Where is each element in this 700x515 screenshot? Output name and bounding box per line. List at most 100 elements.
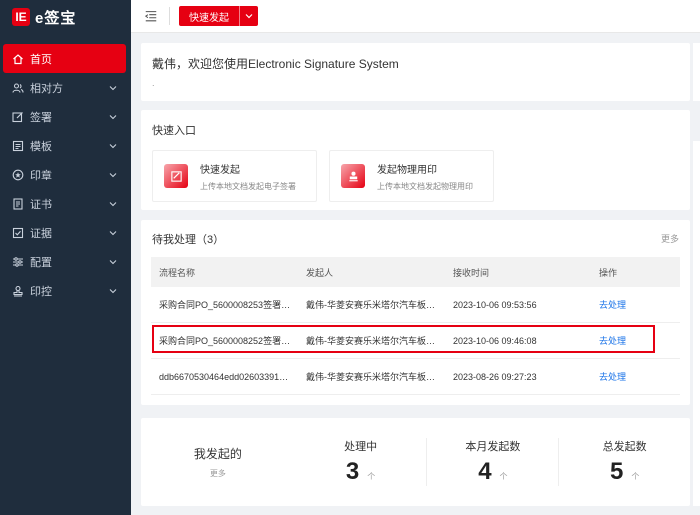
top-header: 快速发起 bbox=[131, 0, 700, 33]
stamp-icon bbox=[341, 164, 365, 188]
stat-label: 本月发起数 bbox=[465, 441, 521, 453]
quick-start-dropdown[interactable] bbox=[240, 6, 258, 26]
quick-entry-title: 发起物理用印 bbox=[377, 164, 437, 176]
chevron-down-icon bbox=[109, 200, 117, 208]
stat-label: 总发起数 bbox=[602, 441, 647, 453]
table-row[interactable]: 采购合同PO_5600008252签署… 戴伟-华菱安赛乐米塔尔汽车板… 202… bbox=[151, 323, 680, 359]
stat-total[interactable]: 总发起数 5个 bbox=[558, 438, 690, 486]
my-initiated-summary: 我发起的 更多 bbox=[141, 445, 295, 479]
table-row[interactable]: 采购合同PO_5600008253签署… 戴伟-华菱安赛乐米塔尔汽车板… 202… bbox=[151, 287, 680, 323]
process-name: 采购合同PO_5600008252签署… bbox=[159, 336, 291, 346]
sidebar-item-label: 证书 bbox=[30, 198, 52, 211]
process-name: ddb6670530464edd02603391… bbox=[159, 371, 289, 382]
template-icon bbox=[12, 140, 24, 152]
chevron-down-icon bbox=[109, 113, 117, 121]
quick-entry-desc: 上传本地文档发起电子签署 bbox=[200, 181, 296, 191]
quick-entry-physical-seal[interactable]: 发起物理用印 上传本地文档发起物理用印 bbox=[329, 150, 494, 202]
right-panel-edge bbox=[693, 141, 700, 506]
sidebar-item-config[interactable]: 配置 bbox=[0, 247, 131, 276]
sidebar-item-sign[interactable]: 签署 bbox=[0, 102, 131, 131]
my-initiated-card: 我发起的 更多 处理中 3个 本月发起数 4个 总发起数 5个 bbox=[141, 418, 690, 506]
process-name: 采购合同PO_5600008253签署… bbox=[159, 300, 291, 310]
pending-table: 流程名称 发起人 接收时间 操作 采购合同PO_5600008253签署… 戴伟… bbox=[151, 257, 680, 395]
stat-unit: 个 bbox=[631, 472, 640, 481]
certificate-icon bbox=[12, 197, 24, 210]
sender: 戴伟-华菱安赛乐米塔尔汽车板… bbox=[306, 372, 435, 382]
sidebar-item-label: 模板 bbox=[30, 140, 52, 153]
seal-control-icon bbox=[12, 285, 24, 297]
chevron-down-icon bbox=[245, 12, 253, 20]
stat-unit: 个 bbox=[367, 472, 376, 481]
my-initiated-title: 我发起的 bbox=[193, 447, 242, 461]
welcome-card: 戴伟，欢迎您使用Electronic Signature System . bbox=[141, 43, 690, 101]
seal-icon bbox=[12, 169, 24, 181]
chevron-down-icon bbox=[109, 229, 117, 237]
sidebar-item-certificate[interactable]: 证书 bbox=[0, 189, 131, 218]
chevron-down-icon bbox=[109, 142, 117, 150]
stat-value: 4 bbox=[478, 458, 492, 485]
home-icon bbox=[12, 53, 24, 65]
stat-in-progress[interactable]: 处理中 3个 bbox=[295, 438, 427, 486]
settings-icon bbox=[12, 256, 24, 268]
header-divider bbox=[169, 7, 170, 25]
stat-value: 3 bbox=[345, 458, 360, 485]
column-header: 接收时间 bbox=[453, 267, 490, 278]
menu-fold-icon[interactable] bbox=[143, 8, 159, 24]
sidebar-item-home[interactable]: 首页 bbox=[3, 44, 126, 73]
quick-entry-card: 快速入口 快速发起 上传本地文档发起电子签署 发起物理用印 上传本地文档发起物理… bbox=[141, 110, 690, 210]
sidebar-item-evidence[interactable]: 证据 bbox=[0, 218, 131, 247]
stat-value: 5 bbox=[609, 458, 624, 485]
sidebar-item-label: 相对方 bbox=[30, 82, 63, 95]
sidebar-item-seal[interactable]: 印章 bbox=[0, 160, 131, 189]
chevron-down-icon bbox=[109, 287, 117, 295]
quick-entry-title: 快速入口 bbox=[152, 125, 196, 137]
evidence-icon bbox=[12, 227, 24, 239]
column-header: 流程名称 bbox=[159, 267, 196, 278]
welcome-subtitle: . bbox=[152, 78, 155, 88]
received-time: 2023-08-26 09:27:23 bbox=[453, 371, 537, 382]
edit-icon bbox=[12, 111, 24, 123]
column-header: 发起人 bbox=[306, 267, 334, 278]
pending-title: 待我处理（3） bbox=[152, 233, 225, 246]
main-content: 戴伟，欢迎您使用Electronic Signature System . 快速… bbox=[131, 33, 700, 515]
quick-entry-desc: 上传本地文档发起物理用印 bbox=[377, 181, 473, 191]
users-icon bbox=[12, 82, 24, 94]
logo-text: e签宝 bbox=[35, 9, 77, 27]
received-time: 2023-10-06 09:53:56 bbox=[453, 299, 537, 310]
sidebar-item-counterparty[interactable]: 相对方 bbox=[0, 73, 131, 102]
document-sign-icon bbox=[164, 164, 188, 188]
sidebar-item-label: 证据 bbox=[30, 227, 52, 240]
stat-unit: 个 bbox=[499, 472, 508, 481]
quick-start-button[interactable]: 快速发起 bbox=[179, 6, 240, 26]
logo[interactable]: IE e签宝 bbox=[0, 0, 131, 34]
sender: 戴伟-华菱安赛乐米塔尔汽车板… bbox=[306, 336, 435, 346]
quick-entry-e-sign[interactable]: 快速发起 上传本地文档发起电子签署 bbox=[152, 150, 317, 202]
stat-this-month[interactable]: 本月发起数 4个 bbox=[426, 438, 558, 486]
quick-start-button-group: 快速发起 bbox=[179, 6, 258, 26]
sidebar-item-seal-control[interactable]: 印控 bbox=[0, 276, 131, 305]
process-action-link[interactable]: 去处理 bbox=[591, 334, 680, 347]
sidebar-item-label: 签署 bbox=[30, 111, 52, 124]
my-initiated-more-link[interactable]: 更多 bbox=[141, 468, 295, 479]
chevron-down-icon bbox=[109, 171, 117, 179]
sidebar-item-label: 印控 bbox=[30, 285, 52, 298]
sidebar-item-template[interactable]: 模板 bbox=[0, 131, 131, 160]
sidebar-item-label: 首页 bbox=[30, 53, 52, 66]
received-time: 2023-10-06 09:46:08 bbox=[453, 335, 537, 346]
table-header: 流程名称 发起人 接收时间 操作 bbox=[151, 257, 680, 287]
chevron-down-icon bbox=[109, 258, 117, 266]
sidebar: IE e签宝 首页 相对方 签署 模板 印章 证书 证据 配置 印控 bbox=[0, 0, 131, 515]
process-action-link[interactable]: 去处理 bbox=[591, 370, 680, 383]
sidebar-item-label: 配置 bbox=[30, 256, 52, 269]
logo-mark: IE bbox=[12, 8, 30, 26]
quick-entry-title: 快速发起 bbox=[200, 164, 240, 176]
column-header: 操作 bbox=[599, 267, 618, 278]
stat-label: 处理中 bbox=[344, 441, 378, 453]
sidebar-nav: 首页 相对方 签署 模板 印章 证书 证据 配置 印控 bbox=[0, 44, 131, 305]
pending-more-link[interactable]: 更多 bbox=[661, 232, 679, 245]
chevron-down-icon bbox=[109, 84, 117, 92]
sidebar-item-label: 印章 bbox=[30, 169, 52, 182]
pending-card: 待我处理（3） 更多 流程名称 发起人 接收时间 操作 采购合同PO_56000… bbox=[141, 220, 690, 405]
process-action-link[interactable]: 去处理 bbox=[591, 298, 680, 311]
table-row[interactable]: ddb6670530464edd02603391… 戴伟-华菱安赛乐米塔尔汽车板… bbox=[151, 359, 680, 395]
